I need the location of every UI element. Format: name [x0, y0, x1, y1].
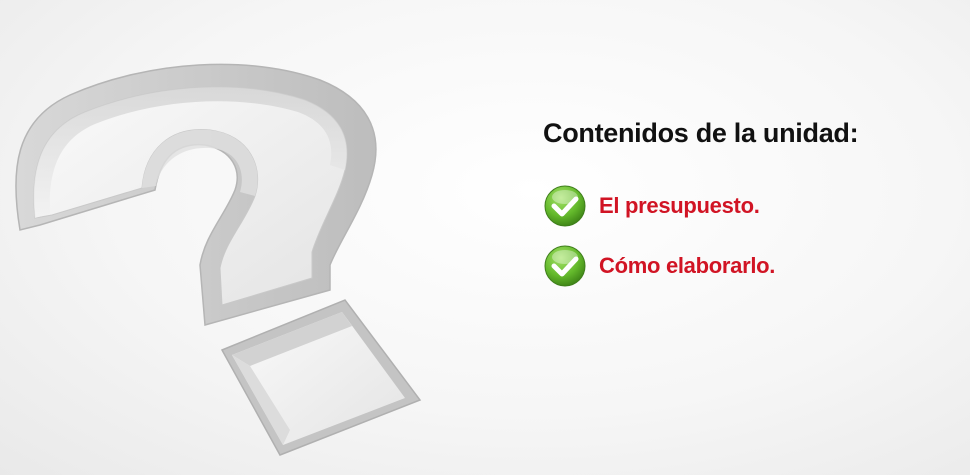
question-mark-illustration [15, 63, 422, 456]
list-item: El presupuesto. [543, 183, 953, 229]
list-item: Cómo elaborarlo. [543, 243, 953, 289]
checkmark-icon [544, 245, 586, 287]
checkmark-icon [544, 185, 586, 227]
list-item-label: Cómo elaborarlo. [599, 253, 776, 278]
contents-list: El presupuesto. Cómo elaborarlo. [543, 183, 953, 289]
list-item-label: El presupuesto. [599, 193, 760, 218]
unit-contents-heading: Contenidos de la unidad: [543, 118, 859, 148]
content-panel: Contenidos de la unidad: El presupuesto. [543, 118, 953, 303]
